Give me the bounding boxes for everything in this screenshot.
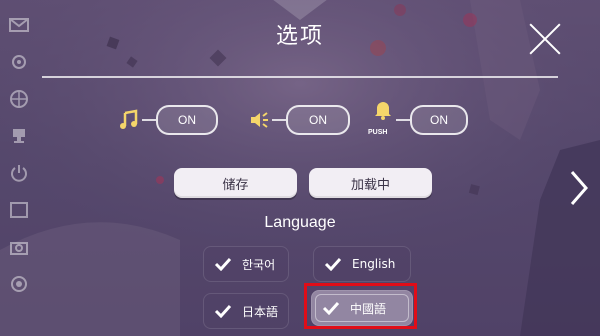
- language-option-label: 日本語: [242, 304, 279, 319]
- language-option-label: English: [352, 257, 396, 271]
- push-toggle-group: PUSH ON: [368, 102, 468, 136]
- language-option-korean[interactable]: 한국어: [203, 246, 289, 282]
- chevron-right-icon[interactable]: [570, 170, 588, 206]
- language-heading: Language: [264, 214, 336, 231]
- save-button[interactable]: 储存: [174, 168, 297, 198]
- bell-icon: PUSH: [368, 102, 396, 136]
- push-toggle[interactable]: ON: [410, 105, 468, 135]
- gear-icon[interactable]: [8, 51, 30, 73]
- header: 选项: [0, 18, 600, 50]
- check-icon: [324, 257, 342, 271]
- sound-toggle-group: ON: [246, 105, 350, 135]
- highlight-annotation: [304, 283, 417, 329]
- title-divider: [42, 76, 558, 78]
- side-menu-rail: [8, 14, 34, 295]
- close-button[interactable]: [528, 22, 562, 56]
- load-button[interactable]: 加载中: [309, 168, 432, 198]
- check-icon: [214, 304, 232, 318]
- language-option-english[interactable]: English: [313, 246, 411, 282]
- toggle-connector: [272, 119, 286, 121]
- power-icon[interactable]: [8, 162, 30, 184]
- language-option-japanese[interactable]: 日本語: [203, 293, 289, 329]
- page-title: 选项: [275, 24, 324, 49]
- toggle-connector: [396, 119, 410, 121]
- check-icon: [214, 257, 232, 271]
- push-badge: PUSH: [368, 129, 388, 136]
- settings-wheel-icon[interactable]: [8, 273, 30, 295]
- overlay-shade: [0, 0, 600, 336]
- language-option-label: 한국어: [242, 257, 276, 272]
- music-toggle[interactable]: ON: [156, 105, 218, 135]
- music-toggle-group: ON: [116, 105, 218, 135]
- music-note-icon: [116, 107, 142, 133]
- toggle-connector: [142, 119, 156, 121]
- speaker-icon: [246, 107, 272, 133]
- camera-icon[interactable]: [8, 236, 30, 258]
- toggle-row: ON ON PUSH ON: [0, 102, 600, 136]
- sound-toggle[interactable]: ON: [286, 105, 350, 135]
